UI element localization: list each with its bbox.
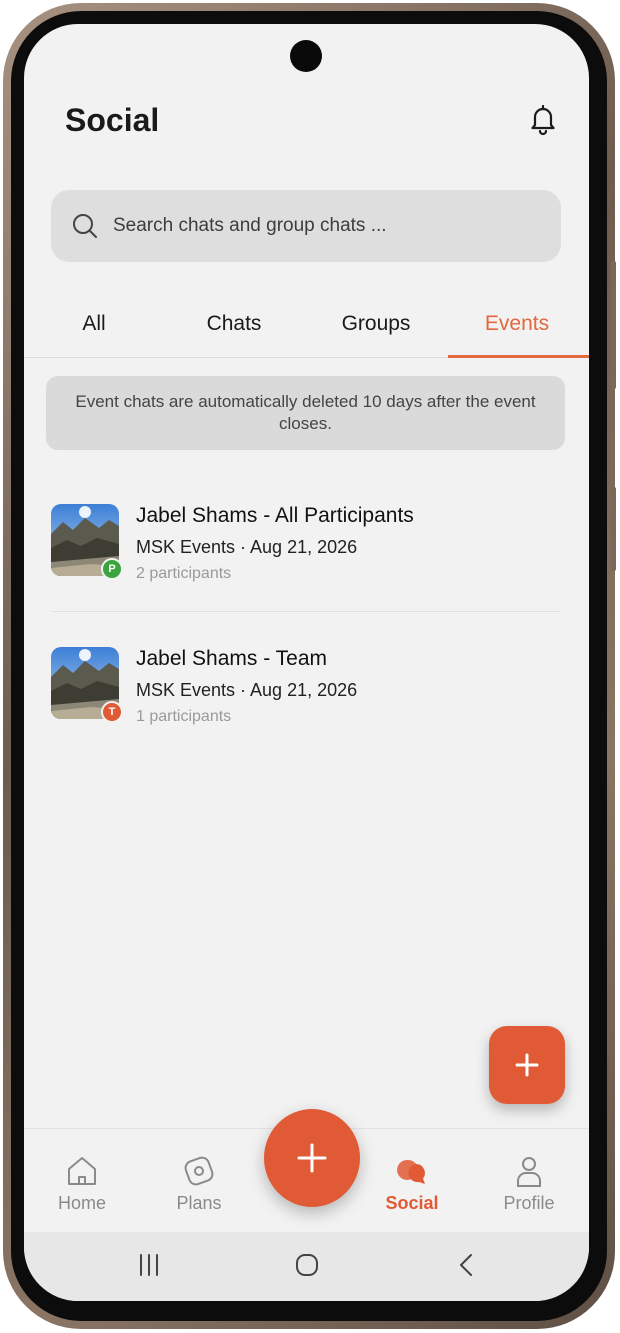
active-tab-indicator — [448, 355, 589, 358]
compass-icon — [184, 1156, 214, 1186]
event-meta: MSK Events · Aug 21, 2026 — [136, 537, 358, 557]
system-nav-bar — [24, 1232, 589, 1301]
nav-home-label: Home — [57, 1193, 106, 1213]
person-icon — [517, 1157, 541, 1187]
list-divider — [51, 611, 561, 612]
tab-chats[interactable]: Chats — [184, 296, 284, 358]
nav-home[interactable]: Home — [27, 1153, 137, 1214]
tab-all[interactable]: All — [52, 296, 136, 358]
nav-plans-label: Plans — [176, 1193, 222, 1213]
power-button — [611, 487, 616, 571]
list-item[interactable]: T Jabel Shams - Team MSK Events · Aug 21… — [51, 647, 561, 747]
participant-count: 1 participants — [136, 708, 232, 725]
event-title: Jabel Shams - Team — [136, 647, 328, 670]
plus-icon — [297, 1143, 327, 1173]
nav-social[interactable]: Social — [357, 1153, 467, 1214]
plus-icon — [515, 1053, 539, 1077]
search-input[interactable] — [113, 215, 513, 237]
event-meta: MSK Events · Aug 21, 2026 — [136, 680, 358, 700]
nav-plans[interactable]: Plans — [144, 1153, 254, 1214]
nav-social-label: Social — [385, 1193, 439, 1213]
nav-profile[interactable]: Profile — [474, 1153, 584, 1214]
participant-count: 2 participants — [136, 565, 232, 582]
nav-profile-label: Profile — [503, 1193, 555, 1213]
bell-icon[interactable] — [526, 102, 560, 136]
event-badge: P — [101, 558, 123, 580]
notice-text: Event chats are automatically deleted 10… — [75, 392, 536, 433]
event-badge: T — [101, 701, 123, 723]
home-circle-icon[interactable] — [294, 1252, 320, 1278]
back-chevron-icon[interactable] — [454, 1252, 480, 1278]
search-icon — [73, 214, 97, 238]
volume-button — [611, 261, 616, 389]
screen: Social All Chats Groups Events Event cha… — [24, 24, 589, 1301]
event-title: Jabel Shams - All Participants — [136, 504, 414, 527]
home-icon — [68, 1157, 96, 1185]
info-notice: Event chats are automatically deleted 10… — [46, 376, 565, 450]
tab-events[interactable]: Events — [448, 296, 586, 358]
chat-bubbles-icon — [397, 1159, 425, 1184]
tab-bar: All Chats Groups Events — [24, 296, 589, 358]
search-bar[interactable] — [51, 190, 561, 262]
create-button[interactable] — [264, 1109, 360, 1207]
tab-groups[interactable]: Groups — [326, 296, 426, 358]
list-item[interactable]: P Jabel Shams - All Participants MSK Eve… — [51, 504, 561, 604]
new-chat-button[interactable] — [489, 1026, 565, 1104]
recent-apps-icon[interactable] — [136, 1252, 162, 1278]
front-camera — [290, 40, 322, 72]
page-title: Social — [65, 102, 160, 138]
